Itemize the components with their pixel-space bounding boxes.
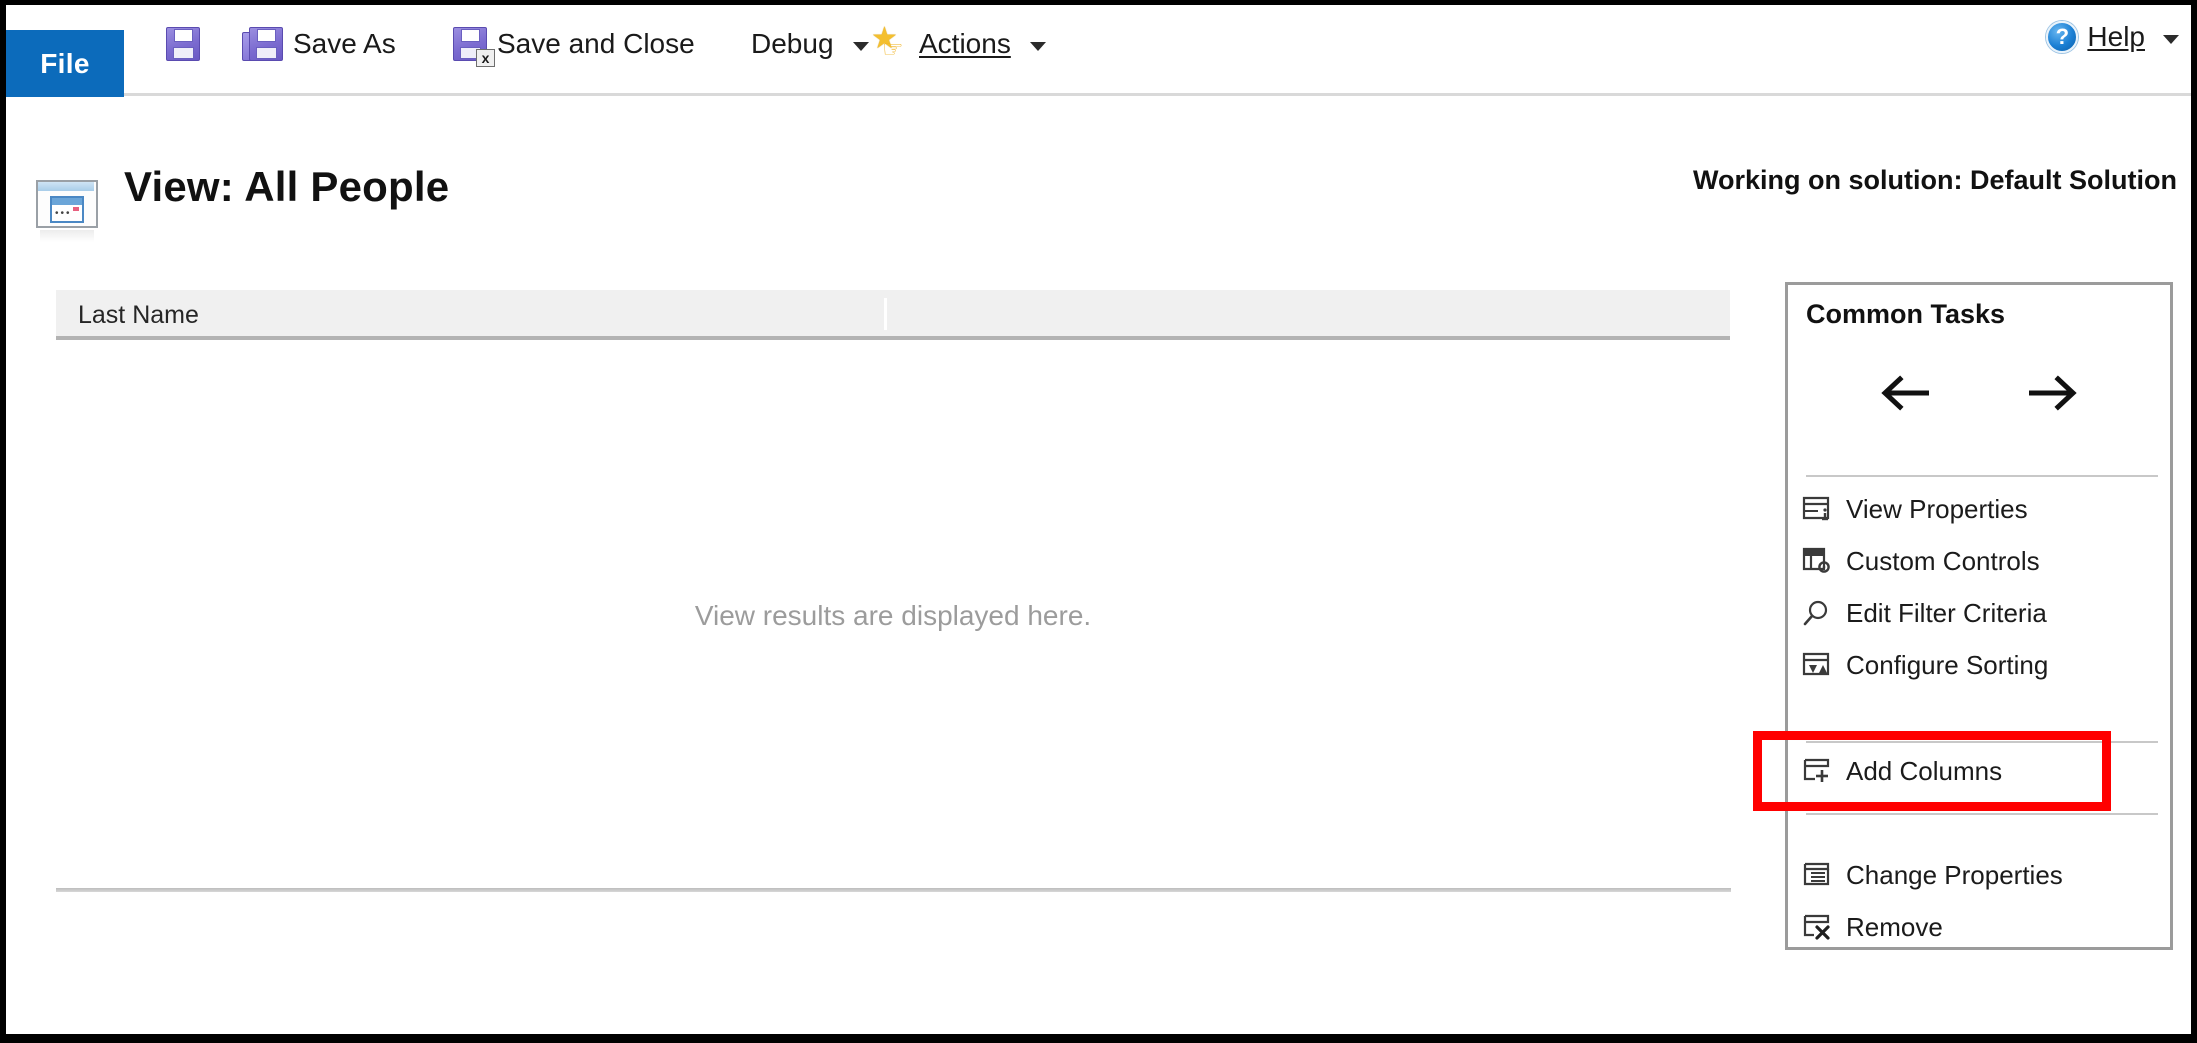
common-tasks-title: Common Tasks <box>1806 299 2006 329</box>
magnifier-icon <box>1803 600 1828 626</box>
save-and-close-floppy-icon: x <box>453 27 495 67</box>
chevron-down-icon <box>2163 34 2179 44</box>
custom-controls-icon <box>1802 547 1830 573</box>
common-task-add-columns[interactable]: Add Columns <box>1802 751 2160 791</box>
common-task-label: Configure Sorting <box>1846 650 2049 680</box>
save-as-button-label: Save As <box>293 28 396 59</box>
file-tab-label: File <box>40 47 90 79</box>
ribbon-bottom-rule <box>123 93 2191 96</box>
view-properties-icon <box>1802 496 1830 521</box>
page-title: View: All People <box>124 163 450 210</box>
grid-column-divider[interactable] <box>884 298 887 330</box>
panel-divider-middle <box>1806 741 2158 743</box>
help-menu-label: Help <box>2087 21 2145 52</box>
common-task-remove[interactable]: Remove <box>1802 907 2160 947</box>
actions-star-hand-icon: ★ ☞ <box>871 22 904 63</box>
common-task-custom-controls[interactable]: Custom Controls <box>1802 541 2160 581</box>
save-and-close-button[interactable]: x Save and Close <box>453 21 695 67</box>
grid-bottom-rule <box>56 888 1731 892</box>
debug-menu-label: Debug <box>751 28 834 59</box>
debug-menu-button[interactable]: Debug <box>751 21 869 67</box>
save-button[interactable] <box>166 21 210 67</box>
common-task-label: Remove <box>1846 912 1943 942</box>
grid-empty-message: View results are displayed here. <box>694 600 1092 631</box>
file-tab[interactable]: File <box>6 30 124 97</box>
common-tasks-panel: Common Tasks View Properties Custom Cont… <box>1785 282 2173 950</box>
help-menu-button[interactable]: ? Help <box>2046 21 2179 53</box>
column-move-arrows <box>1788 373 2170 413</box>
application-window: File Save As x Save and Close Debug ★ ☞ … <box>0 0 2197 1043</box>
help-question-icon: ? <box>2046 21 2079 53</box>
move-right-arrow[interactable] <box>2021 373 2079 413</box>
move-left-arrow[interactable] <box>1879 373 1937 413</box>
common-task-label: Change Properties <box>1846 860 2063 890</box>
save-floppy-icon <box>166 27 200 61</box>
common-task-label: Add Columns <box>1846 756 2003 786</box>
grid-column-header-row: Last Name <box>56 290 1730 340</box>
change-properties-icon <box>1803 862 1830 886</box>
grid-column-header-last-name[interactable]: Last Name <box>78 301 199 330</box>
solution-status-label: Working on solution: Default Solution <box>1693 165 2177 195</box>
add-columns-icon <box>1803 758 1830 782</box>
sort-icon <box>1802 652 1830 676</box>
save-and-close-button-label: Save and Close <box>497 28 695 59</box>
common-task-label: View Properties <box>1846 494 2028 524</box>
common-task-edit-filter-criteria[interactable]: Edit Filter Criteria <box>1802 593 2160 633</box>
common-task-view-properties[interactable]: View Properties <box>1802 489 2160 529</box>
ribbon-toolbar: File Save As x Save and Close Debug ★ ☞ … <box>6 5 2191 97</box>
common-task-configure-sorting[interactable]: Configure Sorting <box>1802 645 2160 685</box>
chevron-down-icon <box>852 41 869 51</box>
actions-menu-button[interactable]: ★ ☞ Actions <box>871 21 1046 67</box>
view-window-icon: ••• <box>36 180 98 242</box>
panel-divider-top <box>1806 475 2158 477</box>
common-task-label: Custom Controls <box>1846 546 2040 576</box>
common-task-label: Edit Filter Criteria <box>1846 598 2047 628</box>
chevron-down-icon <box>1029 41 1046 51</box>
remove-columns-icon <box>1803 914 1830 940</box>
common-task-change-properties[interactable]: Change Properties <box>1802 855 2160 895</box>
save-as-button[interactable]: Save As <box>242 21 396 67</box>
panel-divider-bottom <box>1806 813 2158 815</box>
actions-menu-label: Actions <box>919 28 1011 59</box>
save-as-floppy-icon <box>242 27 283 61</box>
